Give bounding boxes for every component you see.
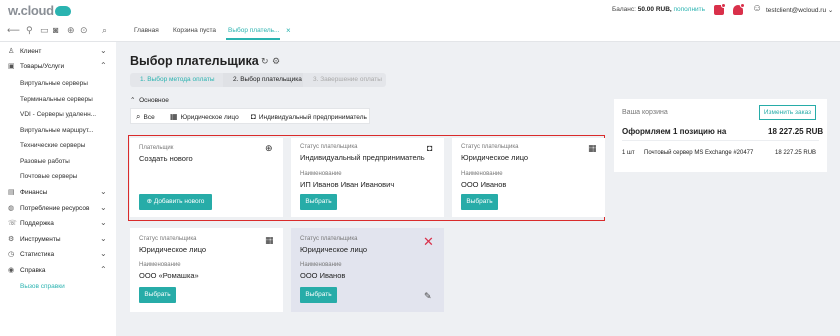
gear-icon: ⚙ — [8, 236, 15, 243]
balance: Баланс: 50.00 RUB, пополнить — [612, 6, 706, 13]
building-icon: ▦ — [265, 235, 274, 245]
box-icon[interactable]: ▭ — [40, 25, 49, 36]
refresh-icon[interactable]: ↻ — [261, 56, 269, 67]
step-completion: 3. Завершение оплаты — [303, 73, 386, 87]
camera-icon[interactable]: ◙ — [53, 25, 58, 35]
tree-icon[interactable]: ⚲ — [26, 25, 33, 36]
sidebar-item-help[interactable]: ◉ Справка ⌃ — [0, 264, 116, 278]
plus-circle-icon[interactable]: ⊕ — [265, 143, 273, 154]
step-payment-method[interactable]: 1. Выбор метода оплаты — [130, 73, 223, 87]
payer-filter: ⌕ Все ▦ Юридическое лицо ◘ Индивидуальный п… — [130, 108, 370, 124]
sidebar-item-resources[interactable]: ◍ Потребление ресурсов ⌄ — [0, 202, 116, 216]
sidebar-sub-virtual-routers[interactable]: Виртуальные маршрут... — [20, 127, 94, 134]
chevron-down-icon: ⌄ — [100, 203, 107, 212]
plus-circle-icon: ⊕ — [146, 198, 153, 205]
cart-item-price: 18 227.25 RUB — [775, 150, 817, 156]
cart-title: Ваша корзина — [622, 109, 668, 116]
add-new-payer-button[interactable]: ⊕ Добавить нового — [139, 194, 212, 210]
section-toggle[interactable]: ⌃ Основное — [130, 96, 169, 104]
building-icon: ▦ — [588, 143, 597, 153]
divider — [622, 140, 819, 141]
sidebar-sub-call-help[interactable]: Вызов справки — [20, 283, 65, 290]
globe-icon: ◍ — [8, 205, 15, 212]
tab-payer-selection[interactable]: Выбор платель... — [228, 27, 279, 34]
filter-all[interactable]: ⌕ Все — [136, 112, 155, 122]
tab-bar: ⟵ ⚲ ▭ ◙ ⊕ ⊙ ⌕ Главная Корзина пуста Выбо… — [0, 20, 840, 42]
search-icon[interactable]: ⌕ — [102, 25, 107, 36]
filter-legal-entity[interactable]: ▦ Юридическое лицо — [170, 112, 239, 121]
building-icon: ▦ — [170, 112, 178, 121]
cloud-logo-icon — [54, 6, 71, 16]
sidebar-sub-vdi[interactable]: VDI - Серверы удаленн... — [20, 111, 96, 118]
chevron-up-icon: ⌃ — [130, 97, 136, 104]
sidebar-sub-virtual-servers[interactable]: Виртуальные серверы — [20, 80, 88, 87]
sidebar-sub-mail-servers[interactable]: Почтовые серверы — [20, 173, 77, 180]
edit-order-button[interactable]: Изменить заказ — [759, 105, 816, 120]
account-menu[interactable]: testclient@wcloud.ru ⌄ — [766, 6, 833, 14]
cart-panel: Ваша корзина Изменить заказ Оформляем 1 … — [614, 99, 827, 172]
sidebar-item-support[interactable]: ☏ Поддержка ⌄ — [0, 217, 116, 231]
top-bar: w.cloud Баланс: 50.00 RUB, пополнить ☺ t… — [0, 0, 840, 20]
sidebar-sub-tech-servers[interactable]: Технические серверы — [20, 142, 85, 149]
sidebar-sub-terminal-servers[interactable]: Терминальные серверы — [20, 96, 93, 103]
support-icon: ☏ — [8, 220, 17, 227]
chevron-down-icon: ⌄ — [100, 46, 107, 55]
page-title: Выбор плательщика — [130, 54, 259, 68]
select-payer-button[interactable]: Выбрать — [461, 194, 498, 210]
payer-card-romashka: Статус плательщика Юридическое лицо ▦ На… — [130, 228, 283, 312]
chevron-down-icon: ⌄ — [100, 187, 107, 196]
back-arrow-icon[interactable]: ⟵ — [7, 25, 20, 36]
payer-card-create: Плательщик Создать нового ⊕ ⊕ Добавить н… — [130, 138, 283, 217]
chevron-down-icon: ⌄ — [100, 249, 107, 258]
notification-dot — [721, 3, 726, 8]
sidebar-sub-one-time-works[interactable]: Разовые работы — [20, 158, 70, 165]
sidebar-item-finance[interactable]: ▤ Финансы ⌄ — [0, 186, 116, 200]
chart-icon: ◷ — [8, 251, 15, 258]
search-icon: ⌕ — [136, 112, 141, 121]
sidebar-item-tools[interactable]: ⚙ Инструменты ⌄ — [0, 233, 116, 247]
logo[interactable]: w.cloud — [8, 3, 71, 18]
tab-home[interactable]: Главная — [134, 27, 159, 34]
filter-individual-entrepreneur[interactable]: ◘ Индивидуальный предприниматель — [251, 112, 367, 121]
briefcase-icon: ◘ — [251, 112, 256, 121]
notification-dot — [740, 3, 745, 8]
payer-card-ip: Статус плательщика Индивидуальный предпр… — [291, 138, 444, 217]
sidebar-item-products[interactable]: ▣ Товары/Услуги ⌃ — [0, 60, 116, 74]
pencil-icon[interactable]: ✎ — [424, 291, 432, 302]
cart-total: 18 227.25 RUB — [768, 127, 824, 136]
tab-cart[interactable]: Корзина пуста — [173, 27, 216, 34]
settings-icon[interactable]: ⚙ — [272, 56, 280, 67]
sidebar-item-statistics[interactable]: ◷ Статистика ⌄ — [0, 248, 116, 262]
cart-summary: Оформляем 1 позицию на — [622, 127, 727, 136]
user-icon[interactable]: ☺ — [752, 3, 762, 14]
topup-link[interactable]: пополнить — [674, 6, 706, 13]
payer-card-ivanov-draft: Статус плательщика Юридическое лицо ✕ На… — [291, 228, 444, 312]
sidebar-item-client[interactable]: ♙ Клиент ⌄ — [0, 45, 116, 59]
close-tab-icon[interactable]: × — [286, 26, 291, 35]
chevron-up-icon: ⌃ — [100, 265, 107, 274]
briefcase-icon: ◘ — [427, 143, 433, 153]
cart-item-name: Почтовый сервер MS Exchange #20477 — [644, 150, 754, 156]
user-icon: ♙ — [8, 48, 15, 55]
select-payer-button[interactable]: Выбрать — [300, 194, 337, 210]
chevron-down-icon: ⌄ — [100, 218, 107, 227]
chevron-down-icon: ⌄ — [100, 234, 107, 243]
help-icon: ◉ — [8, 267, 15, 274]
payer-card-legal: Статус плательщика Юридическое лицо ▦ На… — [452, 138, 605, 217]
box-icon: ▣ — [8, 63, 15, 70]
more-icon[interactable]: ⊙ — [80, 25, 88, 36]
cart-item-qty: 1 шт — [622, 150, 635, 156]
step-payer-selection: 2. Выбор плательщика — [223, 73, 303, 87]
close-icon[interactable]: ✕ — [423, 234, 434, 250]
finance-icon: ▤ — [8, 189, 15, 196]
active-tab-indicator — [226, 38, 280, 40]
select-payer-button[interactable]: Выбрать — [139, 287, 176, 303]
sidebar: ♙ Клиент ⌄ ▣ Товары/Услуги ⌃ Виртуальные сер… — [0, 42, 116, 336]
chevron-up-icon: ⌃ — [100, 61, 107, 70]
plus-circle-icon[interactable]: ⊕ — [67, 25, 75, 36]
step-progress: 1. Выбор метода оплаты 2. Выбор плательщ… — [130, 73, 386, 87]
select-payer-button[interactable]: Выбрать — [300, 287, 337, 303]
